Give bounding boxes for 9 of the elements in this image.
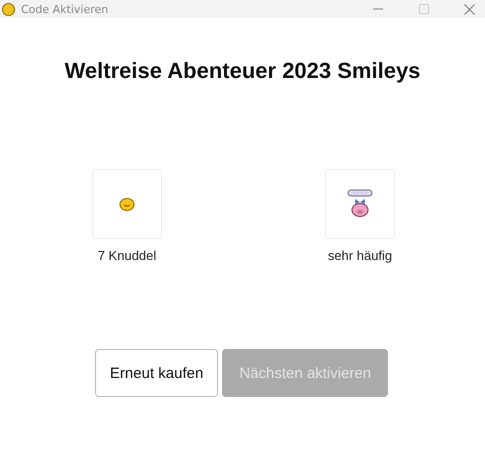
heading: Weltreise Abenteuer 2023 Smileys [64,58,422,84]
item-label: 7 Knuddel [98,248,156,263]
chick-icon [119,197,135,211]
pig-icon [347,189,373,219]
buy-again-button[interactable]: Erneut kaufen [94,349,218,397]
app-icon [2,2,15,16]
window-title: Code Aktivieren [21,2,108,16]
item-label: sehr häufig [328,248,392,263]
close-icon[interactable] [464,4,475,14]
